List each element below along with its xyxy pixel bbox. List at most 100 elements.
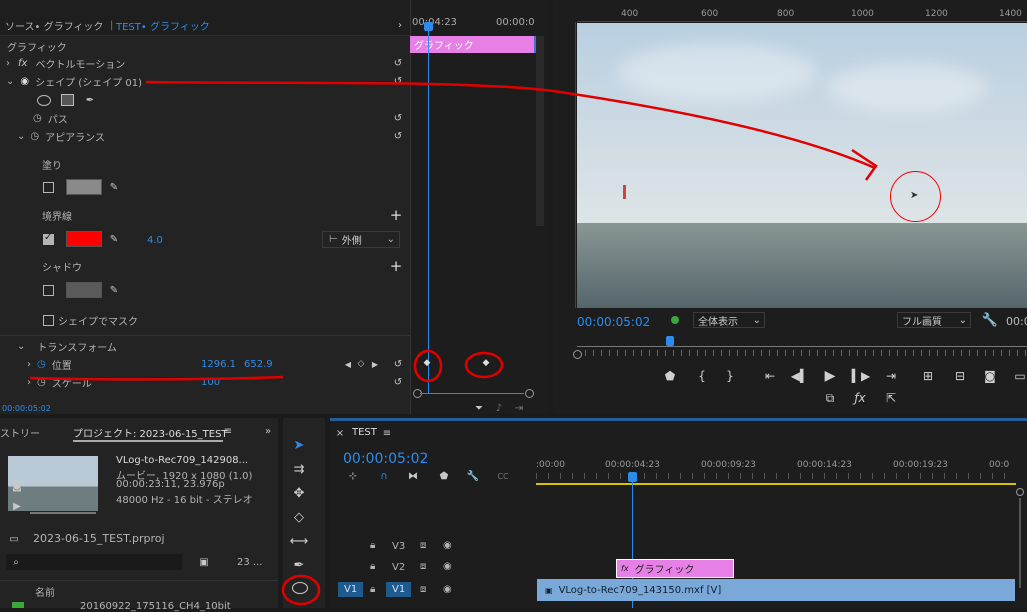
reset-icon[interactable]: ↺	[391, 129, 405, 143]
stopwatch-icon[interactable]: ◷	[37, 377, 46, 388]
collapse-arrow-icon[interactable]: ⌄	[17, 341, 25, 352]
mark-in-icon[interactable]: {	[692, 366, 712, 386]
eyedropper-icon[interactable]: ✎	[106, 179, 122, 195]
collapse-arrow-icon[interactable]: ⌄	[17, 131, 25, 142]
quality-dropdown[interactable]: フル画質 ⌄	[897, 312, 971, 328]
expand-arrow-icon[interactable]: ›	[27, 359, 31, 370]
mark-out-icon[interactable]: }	[720, 366, 740, 386]
razor-tool-icon[interactable]: ◇	[288, 506, 310, 528]
monitor-scrub-line[interactable]	[577, 346, 1027, 347]
eye-icon[interactable]: ◉	[20, 76, 29, 87]
add-keyframe-icon[interactable]: ◇	[356, 358, 366, 370]
lift-icon[interactable]: ⊞	[918, 366, 938, 386]
new-bin-icon[interactable]: ▣	[197, 555, 211, 569]
collapse-arrow-icon[interactable]: ⌄	[6, 76, 14, 87]
lock-icon[interactable]: 🔒︎	[370, 540, 375, 551]
sync-lock-icon[interactable]: ⧈	[420, 561, 426, 572]
ripple-edit-tool-icon[interactable]: ✥	[288, 482, 310, 504]
appearance-row[interactable]: ⌄ ◷ アピアランス	[17, 127, 105, 145]
track-select-tool-icon[interactable]: ⇉	[288, 458, 310, 480]
filter-icon[interactable]: ⏷	[472, 401, 486, 415]
lock-icon[interactable]: 🔒︎	[370, 584, 375, 595]
fill-color-swatch[interactable]	[66, 179, 102, 195]
thumbnail-scrub[interactable]	[30, 512, 96, 514]
monitor-playhead[interactable]	[666, 336, 674, 346]
panel-overflow-icon[interactable]: »	[262, 425, 274, 437]
button-editor-icon[interactable]: ▭	[1010, 366, 1027, 386]
timeline-vertical-scrollbar[interactable]	[1016, 488, 1024, 598]
shape-layer-row[interactable]: ⌄ ◉ シェイプ (シェイプ 01)	[6, 72, 142, 90]
monitor-zoom-handle[interactable]	[573, 350, 582, 359]
tab-history[interactable]: ストリー	[0, 425, 40, 440]
track-target-v1[interactable]: V1	[386, 582, 412, 597]
transform-row[interactable]: ⌄ トランスフォーム	[17, 337, 117, 355]
expand-arrow-icon[interactable]: ›	[6, 58, 10, 69]
go-to-out-icon[interactable]: ⇥	[881, 366, 901, 386]
ellipse-mask-icon[interactable]	[37, 95, 51, 106]
reset-icon[interactable]: ↺	[391, 56, 405, 70]
play-icon[interactable]: ▶	[820, 366, 840, 386]
stroke-width-value[interactable]: 4.0	[147, 235, 163, 246]
eye-icon[interactable]: ◉	[443, 584, 452, 595]
ec-playhead-handle[interactable]	[424, 22, 433, 31]
wrench-icon[interactable]: 🔧	[466, 469, 480, 483]
timeline-timecode[interactable]: 00:00:05:02	[343, 451, 428, 467]
close-icon[interactable]: ×	[335, 428, 345, 439]
graphic-clip[interactable]: fx グラフィック	[616, 559, 734, 578]
ellipse-tool-icon[interactable]	[292, 582, 308, 594]
zoom-dropdown[interactable]: 全体表示 ⌄	[693, 312, 765, 328]
eyedropper-icon[interactable]: ✎	[106, 231, 122, 247]
eye-icon[interactable]: ◉	[443, 540, 452, 551]
add-shadow-icon[interactable]: +	[389, 257, 403, 275]
reset-icon[interactable]: ↺	[391, 375, 405, 389]
rectangle-mask-icon[interactable]	[61, 94, 74, 106]
scroll-handle[interactable]	[1016, 488, 1024, 496]
tab-source[interactable]: ソース• グラフィック	[5, 16, 103, 34]
stopwatch-icon[interactable]: ◷	[30, 131, 39, 142]
mask-checkbox[interactable]	[43, 315, 54, 326]
tab-project[interactable]: プロジェクト: 2023-06-15_TEST	[73, 425, 228, 440]
extract-icon[interactable]: ⊟	[950, 366, 970, 386]
lock-icon[interactable]: 🔒︎	[370, 561, 375, 572]
column-name-header[interactable]: 名前	[35, 584, 55, 599]
work-area-bar[interactable]	[536, 483, 1016, 485]
stroke-checkbox[interactable]	[43, 232, 54, 245]
step-back-icon[interactable]: ◀▍	[790, 366, 810, 386]
wrench-icon[interactable]: 🔧	[982, 312, 998, 328]
stopwatch-icon[interactable]: ◷	[33, 113, 42, 124]
go-to-in-icon[interactable]: ⇤	[760, 366, 780, 386]
monitor-timecode[interactable]: 00:00:05:02	[577, 315, 650, 329]
add-marker-icon[interactable]: ⬟	[660, 366, 680, 386]
search-input[interactable]	[6, 554, 182, 570]
add-stroke-icon[interactable]: +	[389, 206, 403, 224]
menu-icon[interactable]: ≡	[222, 425, 234, 437]
fx-toggle-icon[interactable]: ƒx	[850, 388, 870, 408]
reset-icon[interactable]: ↺	[391, 111, 405, 125]
position-x-value[interactable]: 1296.1	[201, 359, 236, 370]
vector-motion-row[interactable]: › fx ベクトルモーション	[6, 54, 125, 72]
add-marker-icon[interactable]: ⬟	[437, 469, 451, 483]
position-y-value[interactable]: 652.9	[244, 359, 273, 370]
step-forward-icon[interactable]: ▍▶	[851, 366, 871, 386]
expand-arrow-icon[interactable]: ›	[27, 377, 31, 388]
comparison-icon[interactable]: ⧉	[820, 388, 840, 408]
scroll-track[interactable]	[1019, 498, 1021, 588]
play-icon[interactable]: ▶	[10, 500, 24, 512]
zoom-handle-right[interactable]	[525, 389, 534, 398]
video-frame[interactable]: ➤	[577, 23, 1027, 308]
tab-sequence[interactable]: TEST	[352, 427, 377, 438]
reset-icon[interactable]: ↺	[391, 357, 405, 371]
shadow-checkbox[interactable]	[43, 285, 54, 296]
camera-icon[interactable]: ◙	[10, 480, 24, 492]
menu-icon[interactable]: ≡	[381, 427, 393, 439]
next-keyframe-icon[interactable]: ▶	[370, 358, 380, 370]
ec-scrollbar[interactable]	[536, 36, 544, 226]
eyedropper-icon[interactable]: ✎	[106, 282, 122, 298]
tab-effect-controls[interactable]: TEST• グラフィック	[116, 16, 210, 34]
list-item[interactable]: 20160922_175116_CH4_10bit	[80, 601, 231, 612]
chevron-right-icon[interactable]: ›	[394, 19, 406, 31]
selection-tool-icon[interactable]: ➤	[288, 434, 310, 456]
source-patch-v1[interactable]: V1	[338, 582, 364, 597]
reset-icon[interactable]: ↺	[391, 74, 405, 88]
fill-checkbox[interactable]	[43, 182, 54, 193]
